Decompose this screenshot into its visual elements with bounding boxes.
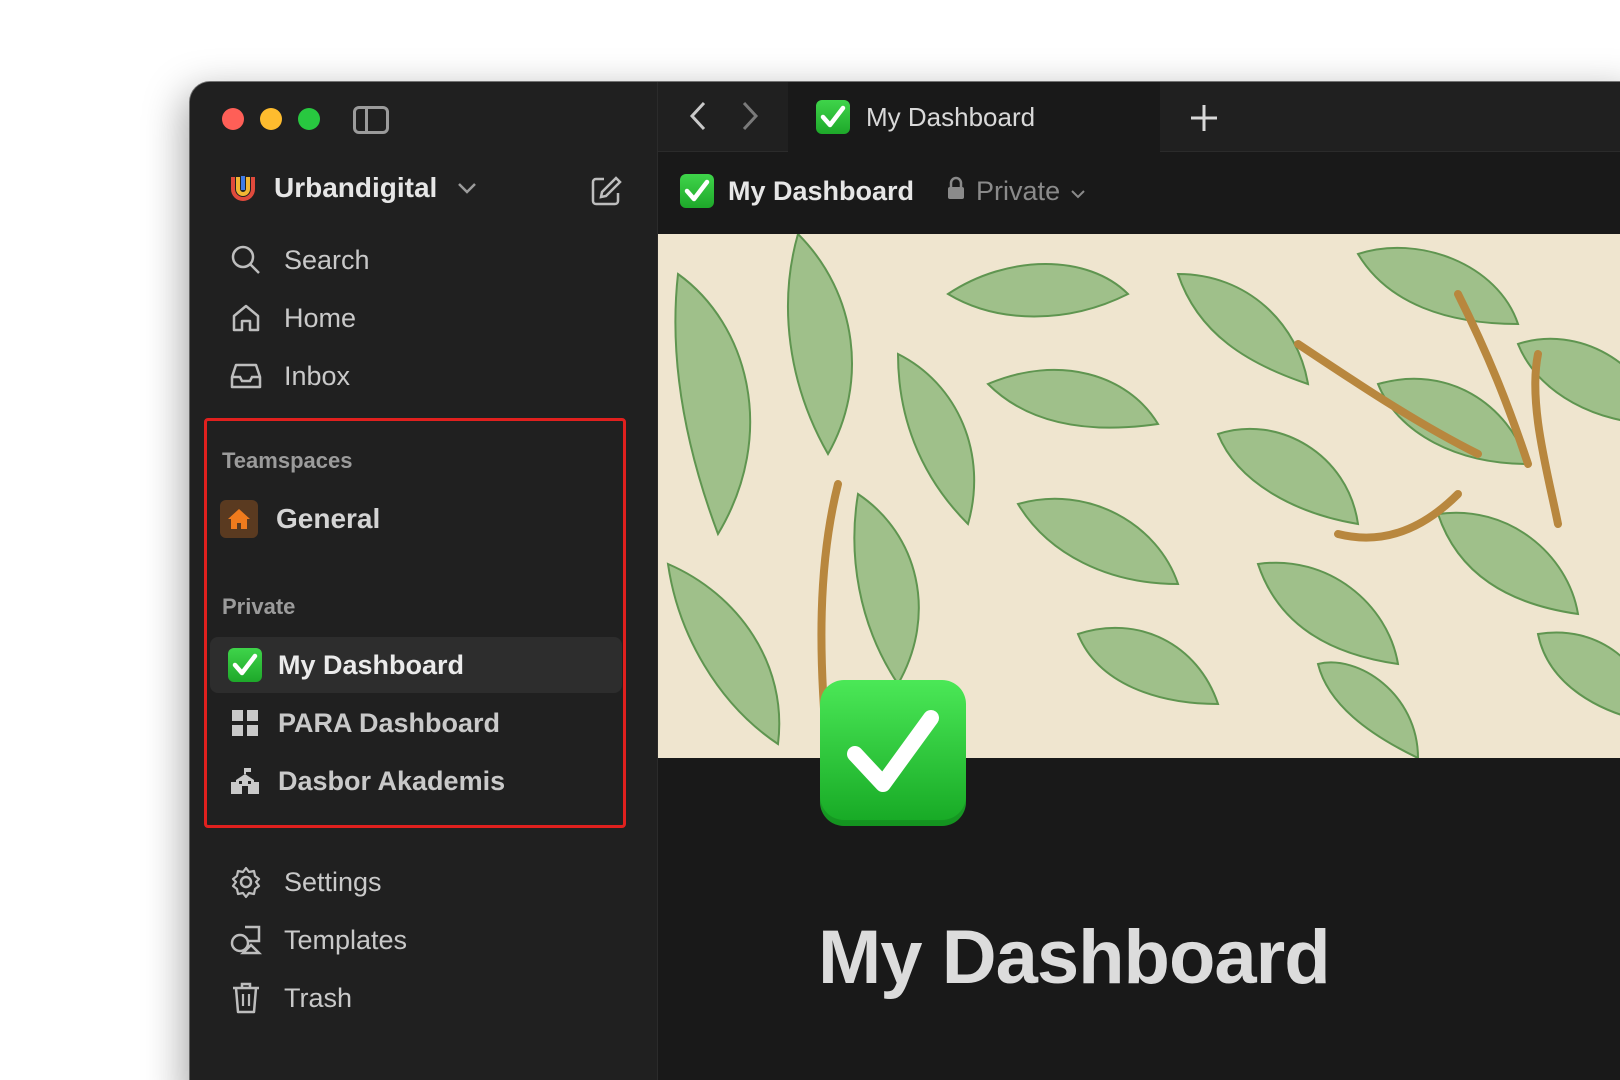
check-icon [816,100,850,134]
sidebar-item-label: PARA Dashboard [278,707,501,738]
sidebar-item-para-dashboard[interactable]: PARA Dashboard [210,695,622,751]
chevron-down-icon [1070,176,1086,207]
sidebar-item-trash[interactable]: Trash [228,980,352,1016]
sidebar-item-label: Inbox [284,360,351,391]
sidebar-item-label: My Dashboard [278,649,465,680]
back-arrow-icon[interactable] [688,100,708,140]
visibility-label: Private [976,175,1061,206]
close-window-button[interactable] [222,108,244,130]
sidebar-item-search[interactable]: Search [228,242,370,278]
forward-arrow-icon[interactable] [740,100,760,140]
sidebar-item-label: Dasbor Akademis [278,765,506,796]
sidebar-item-settings[interactable]: Settings [228,864,382,900]
inbox-icon [228,358,264,394]
visibility-dropdown[interactable]: Private [946,176,1086,207]
sidebar-item-general[interactable]: General [220,500,380,538]
check-icon [680,174,714,208]
tab-my-dashboard[interactable]: My Dashboard [788,82,1160,152]
search-icon [228,242,264,278]
workspace-switcher[interactable]: Urbandigital [228,172,477,204]
lock-icon [946,176,966,207]
tab-label: My Dashboard [866,101,1036,132]
sidebar-toggle-icon[interactable] [353,106,389,134]
school-icon [228,764,262,798]
teamspaces-heading: Teamspaces [222,448,353,473]
sidebar-item-home[interactable]: Home [228,300,356,336]
sidebar-item-inbox[interactable]: Inbox [228,358,350,394]
grid-icon [228,706,262,740]
workspace-name: Urbandigital [274,172,438,203]
workspace-logo-icon [228,173,258,203]
maximize-window-button[interactable] [298,108,320,130]
check-icon [228,648,262,682]
tab-bar: My Dashboard [658,82,1620,152]
sidebar-item-label: Trash [284,982,353,1013]
templates-icon [228,922,264,958]
new-page-icon[interactable] [590,175,622,207]
window-controls [222,108,320,130]
app-window: Urbandigital Search Home Inbox Teamspace… [190,82,1620,1080]
chevron-down-icon [457,175,477,201]
leaf-pattern [658,234,1620,758]
page-cover-image[interactable] [658,234,1620,758]
sidebar-item-label: Templates [284,924,408,955]
breadcrumb-page-title[interactable]: My Dashboard [728,176,914,207]
trash-icon [228,980,264,1016]
page-title[interactable]: My Dashboard [818,914,1331,1001]
private-heading: Private [222,594,296,619]
gear-icon [228,864,264,900]
sidebar-item-my-dashboard[interactable]: My Dashboard [210,637,622,693]
sidebar-item-label: Home [284,302,357,333]
house-icon [220,500,258,538]
home-icon [228,300,264,336]
breadcrumb: My Dashboard Private [680,174,1086,208]
sidebar-item-dasbor-akademis[interactable]: Dasbor Akademis [210,753,622,809]
sidebar-item-label: Settings [284,866,382,897]
minimize-window-button[interactable] [260,108,282,130]
sidebar-item-label: Search [284,244,370,275]
new-tab-plus-icon[interactable] [1188,92,1220,144]
page-icon-check[interactable] [820,680,966,826]
sidebar-item-label: General [276,503,381,534]
sidebar-item-templates[interactable]: Templates [228,922,407,958]
sidebar: Urbandigital Search Home Inbox Teamspace… [190,82,658,1080]
